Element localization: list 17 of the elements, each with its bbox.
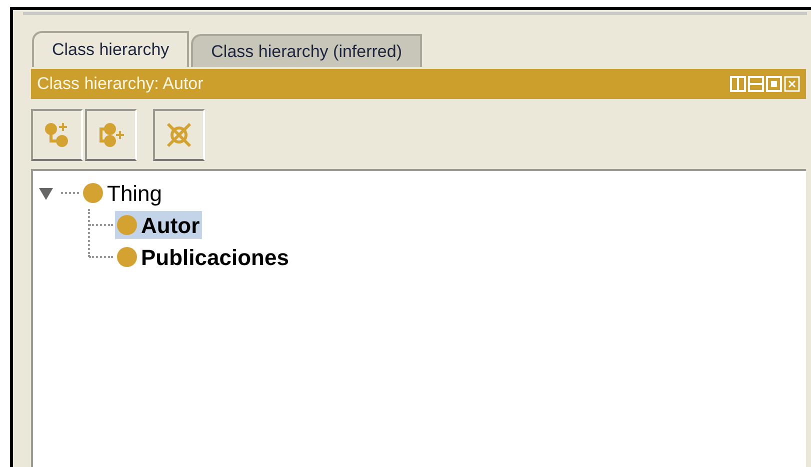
delete-class-button[interactable] [153,109,205,161]
class-icon [117,215,137,235]
panel-title: Class hierarchy: Autor [37,73,204,96]
close-icon[interactable] [784,76,800,92]
crossed-circle-icon [164,120,194,150]
class-icon [117,247,137,267]
split-horizontal-icon[interactable] [748,76,764,92]
add-subclass-button[interactable] [31,109,83,161]
tree-item[interactable]: Autor [115,211,202,239]
tab[interactable]: Class hierarchy [32,31,190,67]
add-sibling-button[interactable] [85,109,137,161]
class-icon [83,183,103,203]
tree-item[interactable]: Thing [81,179,164,207]
maximize-icon[interactable] [766,76,782,92]
split-vertical-icon[interactable] [730,76,746,92]
tree-item[interactable]: Publicaciones [115,243,291,271]
tab[interactable]: Class hierarchy (inferred) [191,34,422,67]
